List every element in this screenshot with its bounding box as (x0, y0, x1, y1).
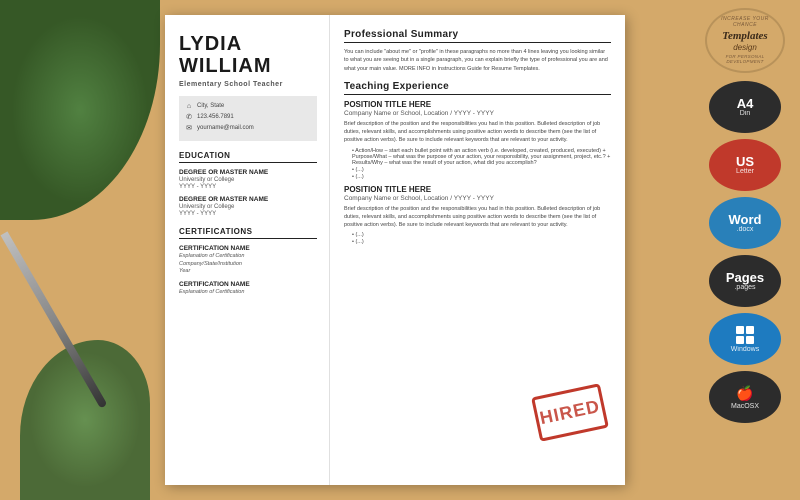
format-pages-sub: .pages (734, 284, 755, 291)
format-windows-button[interactable]: Windows (709, 313, 781, 365)
summary-title: Professional Summary (344, 29, 611, 43)
degree-2-school: University or College (179, 204, 317, 210)
contact-phone: ✆ 123.456.7891 (185, 113, 311, 121)
resume-left-panel: LYDIA WILLIAM Elementary School Teacher … (165, 15, 330, 485)
templates-tagline2: FOR PERSONAL DEVELOPMENT (709, 54, 781, 66)
format-mac-button[interactable]: 🍎 MacOSX (709, 371, 781, 423)
resume-right-panel: Professional Summary You can include "ab… (330, 15, 625, 485)
position-2-bullet-2: (...) (352, 239, 611, 245)
degree-2-year: YYYY - YYYY (179, 211, 317, 217)
education-title: Education (179, 151, 317, 163)
format-word-label: Word (729, 213, 762, 226)
email-icon: ✉ (185, 124, 193, 132)
cert-2-name: CERTIFICATION NAME (179, 281, 317, 288)
cert-1-year: Year (179, 268, 317, 276)
format-us-label: US (736, 155, 754, 168)
format-a4-label: A4 (737, 97, 754, 110)
location-icon: ⌂ (185, 102, 193, 110)
format-a4-sub: Din (740, 110, 751, 117)
templates-brand: Templates (709, 29, 781, 43)
contact-location: ⌂ City, State (185, 102, 311, 110)
position-1-bullet-1: (...) (352, 167, 611, 173)
hired-text: HIRED (538, 396, 602, 429)
job-title: Elementary School Teacher (179, 81, 317, 88)
degree-1-school: University or College (179, 177, 317, 183)
right-panel: INCREASE YOUR CHANCE Templates design FO… (690, 0, 800, 500)
degree-2-name: DEGREE OR MASTER NAME (179, 196, 317, 203)
format-word-button[interactable]: Word .docx (709, 197, 781, 249)
experience-title: Teaching Experience (344, 81, 611, 95)
contact-email: ✉ yourname@mail.com (185, 124, 311, 132)
templates-tagline: INCREASE YOUR CHANCE (709, 16, 781, 29)
format-windows-label: Windows (731, 346, 759, 353)
plant-decoration-bottom (20, 340, 150, 500)
format-us-button[interactable]: US Letter (709, 139, 781, 191)
resume-paper: LYDIA WILLIAM Elementary School Teacher … (165, 15, 625, 485)
position-1-desc: Brief description of the position and th… (344, 120, 611, 145)
contact-box: ⌂ City, State ✆ 123.456.7891 ✉ yourname@… (179, 96, 317, 141)
cert-1-explanation: Explanation of Certification (179, 253, 317, 261)
position-1-company: Company Name or School, Location / YYYY … (344, 110, 611, 117)
format-a4-button[interactable]: A4 Din (709, 81, 781, 133)
education-section: Education DEGREE OR MASTER NAME Universi… (179, 151, 317, 217)
certifications-title: Certifications (179, 227, 317, 239)
format-us-sub: Letter (736, 168, 754, 175)
cert-1-institution: Company/State/Institution (179, 261, 317, 269)
first-name: LYDIA (179, 33, 317, 55)
cert-2-explanation: Explanation of Certification (179, 289, 317, 297)
format-word-sub: .docx (737, 226, 754, 233)
position-2-title: POSITION TITLE HERE (344, 185, 611, 194)
position-2-desc: Brief description of the position and th… (344, 205, 611, 230)
hired-stamp: HIRED (531, 383, 609, 442)
position-1-action-bullet: Action/How – start each bullet point wit… (352, 148, 611, 166)
templates-badge: INCREASE YOUR CHANCE Templates design FO… (705, 8, 785, 73)
certifications-section: Certifications CERTIFICATION NAME Explan… (179, 227, 317, 297)
name-section: LYDIA WILLIAM Elementary School Teacher (179, 33, 317, 88)
degree-1-name: DEGREE OR MASTER NAME (179, 169, 317, 176)
plant-decoration-top (0, 0, 160, 220)
position-2-company: Company Name or School, Location / YYYY … (344, 195, 611, 202)
apple-icon: 🍎 (736, 385, 753, 402)
format-pages-label: Pages (726, 271, 764, 284)
phone-icon: ✆ (185, 113, 193, 121)
format-pages-button[interactable]: Pages .pages (709, 255, 781, 307)
windows-icon (736, 326, 754, 344)
templates-design-label: design (709, 43, 781, 53)
position-1-title: POSITION TITLE HERE (344, 100, 611, 109)
summary-text: You can include "about me" or "profile" … (344, 48, 611, 73)
degree-1-year: YYYY - YYYY (179, 184, 317, 190)
last-name: WILLIAM (179, 55, 317, 77)
format-mac-label: MacOSX (731, 403, 759, 410)
position-1-bullet-2: (...) (352, 174, 611, 180)
position-2-bullet-1: (...) (352, 232, 611, 238)
cert-1-name: CERTIFICATION NAME (179, 245, 317, 252)
